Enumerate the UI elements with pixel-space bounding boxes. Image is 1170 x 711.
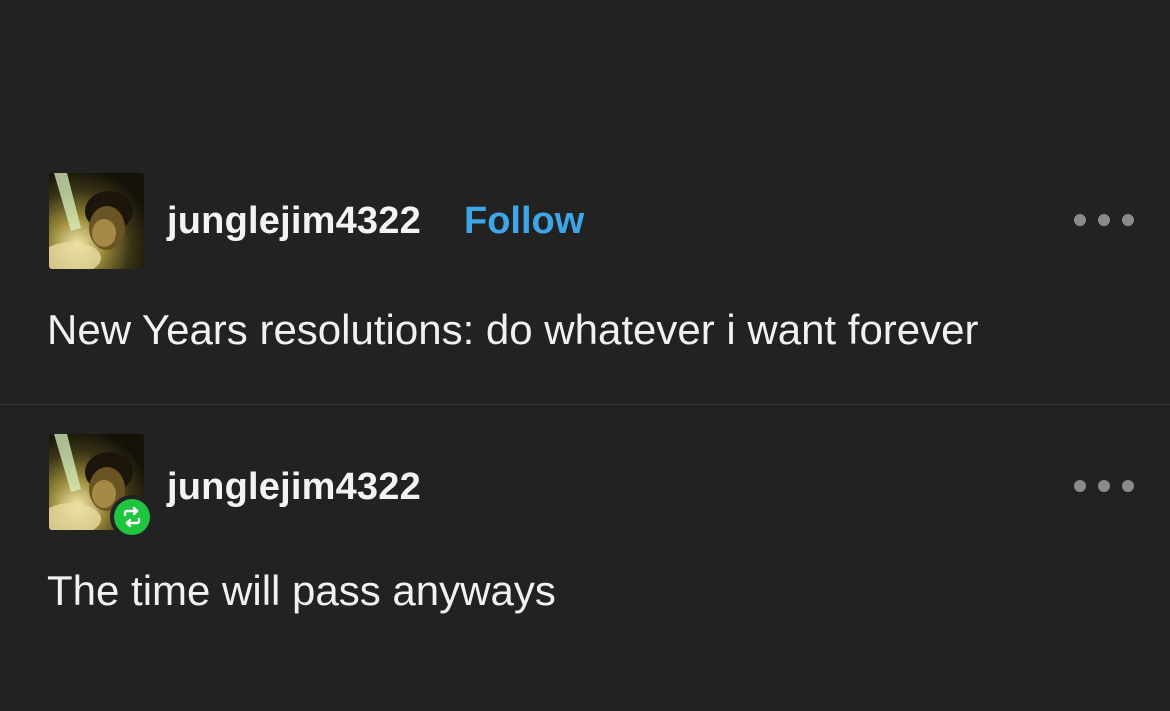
more-options-icon[interactable] [1074,476,1134,496]
post-body: New Years resolutions: do whatever i wan… [47,306,979,353]
reblog-badge [110,495,154,539]
avatar-image [49,173,144,269]
username[interactable]: junglejim4322 [167,199,421,243]
user-avatar[interactable] [49,173,144,269]
reblog-icon [114,499,150,535]
more-options-icon[interactable] [1074,210,1134,230]
dot-icon [1122,480,1134,492]
dot-icon [1074,480,1086,492]
follow-button[interactable]: Follow [464,199,584,243]
username[interactable]: junglejim4322 [167,465,421,509]
post-body: The time will pass anyways [47,567,556,614]
dot-icon [1098,480,1110,492]
dot-icon [1098,214,1110,226]
dot-icon [1122,214,1134,226]
post-reblog: junglejim4322 The time will pass anyways [0,405,1170,711]
post-original: junglejim4322 Follow New Years resolutio… [0,0,1170,404]
dot-icon [1074,214,1086,226]
